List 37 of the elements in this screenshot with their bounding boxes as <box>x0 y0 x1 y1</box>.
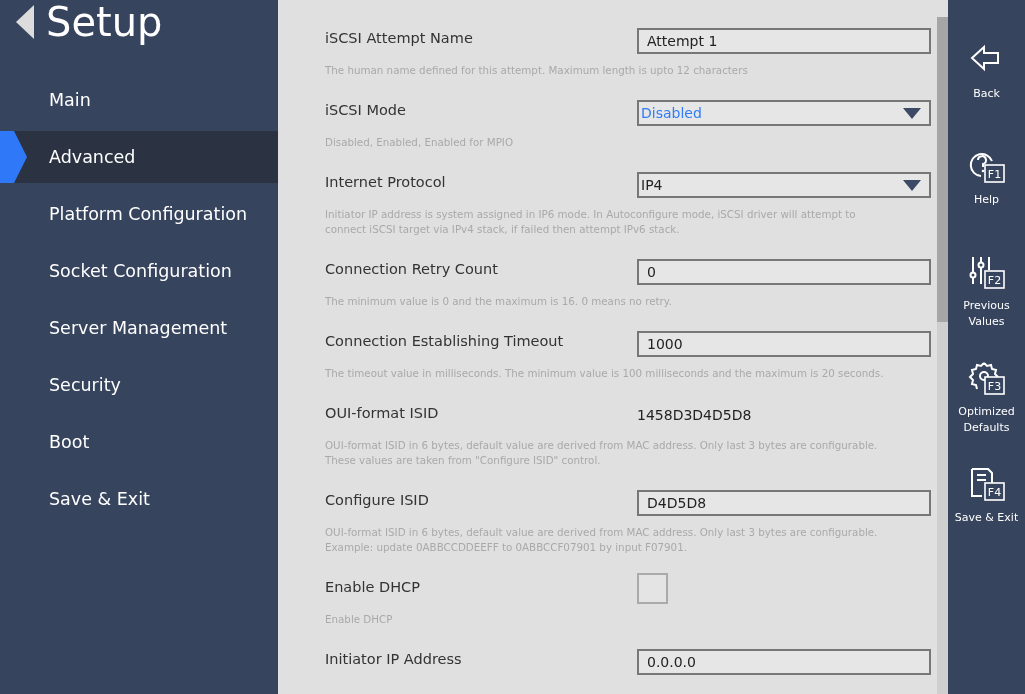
toolbar-button[interactable]: F3 Optimized Defaults <box>948 360 1025 466</box>
setting-label: Connection Establishing Timeout <box>325 332 565 351</box>
scrollbar-thumb[interactable] <box>937 17 948 322</box>
menu-item[interactable]: Save & Exit <box>0 473 278 525</box>
input-field[interactable]: Attempt 1 <box>637 28 931 54</box>
setting-label: Internet Protocol <box>325 173 447 192</box>
setting-label: Configure ISID <box>325 491 430 510</box>
setup-title: Setup <box>46 0 163 44</box>
menu-item[interactable]: Advanced <box>0 131 278 183</box>
input-field[interactable]: 0 <box>637 259 931 285</box>
toolbar-button[interactable]: F4 Save & Exit <box>948 466 1025 572</box>
setting-label: iSCSI Attempt Name <box>325 29 474 48</box>
menu-item[interactable]: Main <box>0 74 278 126</box>
menu-item[interactable]: Server Management <box>0 302 278 354</box>
dropdown-field[interactable]: IP4 <box>637 172 931 198</box>
input-field[interactable]: 0.0.0.0 <box>637 649 931 675</box>
setting-label: iSCSI Mode <box>325 101 407 120</box>
setting-label: Connection Retry Count <box>325 260 499 279</box>
toolbar-button[interactable]: F1 Help <box>948 148 1025 254</box>
menu-item[interactable]: Boot <box>0 416 278 468</box>
menu-item[interactable]: Platform Configuration <box>0 188 278 240</box>
toolbar-button[interactable]: F2 Previous Values <box>948 254 1025 360</box>
setting-value: 1458D3D4D5D8 <box>637 406 752 425</box>
selection-chevron-icon <box>0 131 27 183</box>
input-field[interactable]: D4D5D8 <box>637 490 931 516</box>
menu-item[interactable]: Security <box>0 359 278 411</box>
setting-label: Initiator IP Address <box>325 650 463 669</box>
dropdown-caret-icon <box>903 179 921 191</box>
scrollbar[interactable] <box>937 17 948 694</box>
back-triangle-icon[interactable] <box>16 5 34 39</box>
setting-label: Enable DHCP <box>325 578 421 597</box>
checkbox[interactable] <box>637 573 668 604</box>
menu-item[interactable]: Socket Configuration <box>0 245 278 297</box>
dropdown-caret-icon <box>903 107 921 119</box>
toolbar-button[interactable]: Back <box>948 42 1025 148</box>
setting-label: OUI-format ISID <box>325 404 440 423</box>
input-field[interactable]: 1000 <box>637 331 931 357</box>
